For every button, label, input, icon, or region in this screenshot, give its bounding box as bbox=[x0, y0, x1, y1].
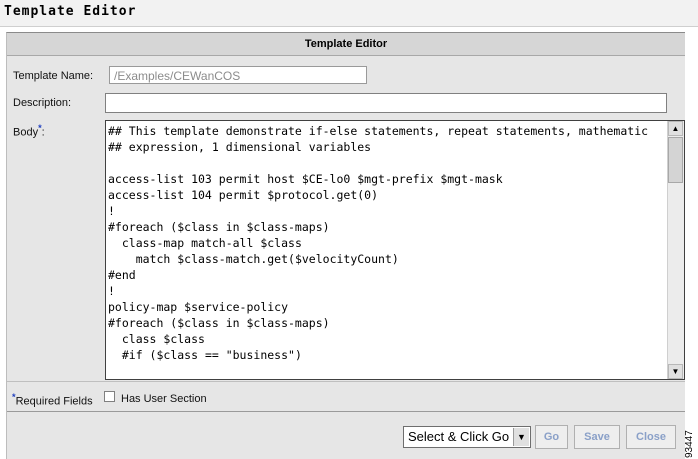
body-label-colon: : bbox=[41, 126, 45, 139]
template-name-field[interactable]: /Examples/CEWanCOS bbox=[109, 66, 367, 84]
action-select[interactable]: Select & Click Go ▼ bbox=[403, 426, 531, 448]
window-titlebar: Template Editor bbox=[0, 0, 698, 27]
go-button[interactable]: Go bbox=[535, 425, 568, 449]
scrollbar-thumb[interactable] bbox=[668, 137, 683, 183]
has-user-section-checkbox[interactable] bbox=[104, 391, 115, 402]
template-editor-panel: Template Editor Template Name: /Examples… bbox=[6, 32, 685, 459]
description-label: Description: bbox=[13, 97, 72, 109]
body-code-text: ## This template demonstrate if-else sta… bbox=[108, 124, 649, 362]
required-fields-label: Required Fields bbox=[15, 395, 93, 408]
has-user-section-label: Has User Section bbox=[121, 393, 207, 405]
scroll-up-icon[interactable]: ▲ bbox=[668, 121, 683, 136]
chevron-down-icon[interactable]: ▼ bbox=[513, 428, 529, 446]
divider bbox=[7, 381, 685, 382]
required-fields-note: *Required Fields bbox=[12, 392, 93, 408]
body-label: Body bbox=[13, 126, 39, 139]
close-button[interactable]: Close bbox=[626, 425, 676, 449]
description-field[interactable] bbox=[105, 93, 667, 113]
template-name-label: Template Name: bbox=[13, 70, 94, 82]
vertical-scrollbar[interactable]: ▲ ▼ bbox=[667, 121, 684, 379]
divider-bottom bbox=[7, 411, 685, 412]
panel-header: Template Editor bbox=[7, 33, 685, 56]
scroll-down-icon[interactable]: ▼ bbox=[668, 364, 683, 379]
action-select-value: Select & Click Go bbox=[408, 429, 510, 444]
window-title: Template Editor bbox=[4, 4, 137, 19]
figure-number: 93447 bbox=[684, 430, 695, 458]
body-label-group: Body*: bbox=[13, 123, 45, 139]
body-textarea[interactable]: ## This template demonstrate if-else sta… bbox=[105, 120, 685, 380]
save-button[interactable]: Save bbox=[574, 425, 620, 449]
